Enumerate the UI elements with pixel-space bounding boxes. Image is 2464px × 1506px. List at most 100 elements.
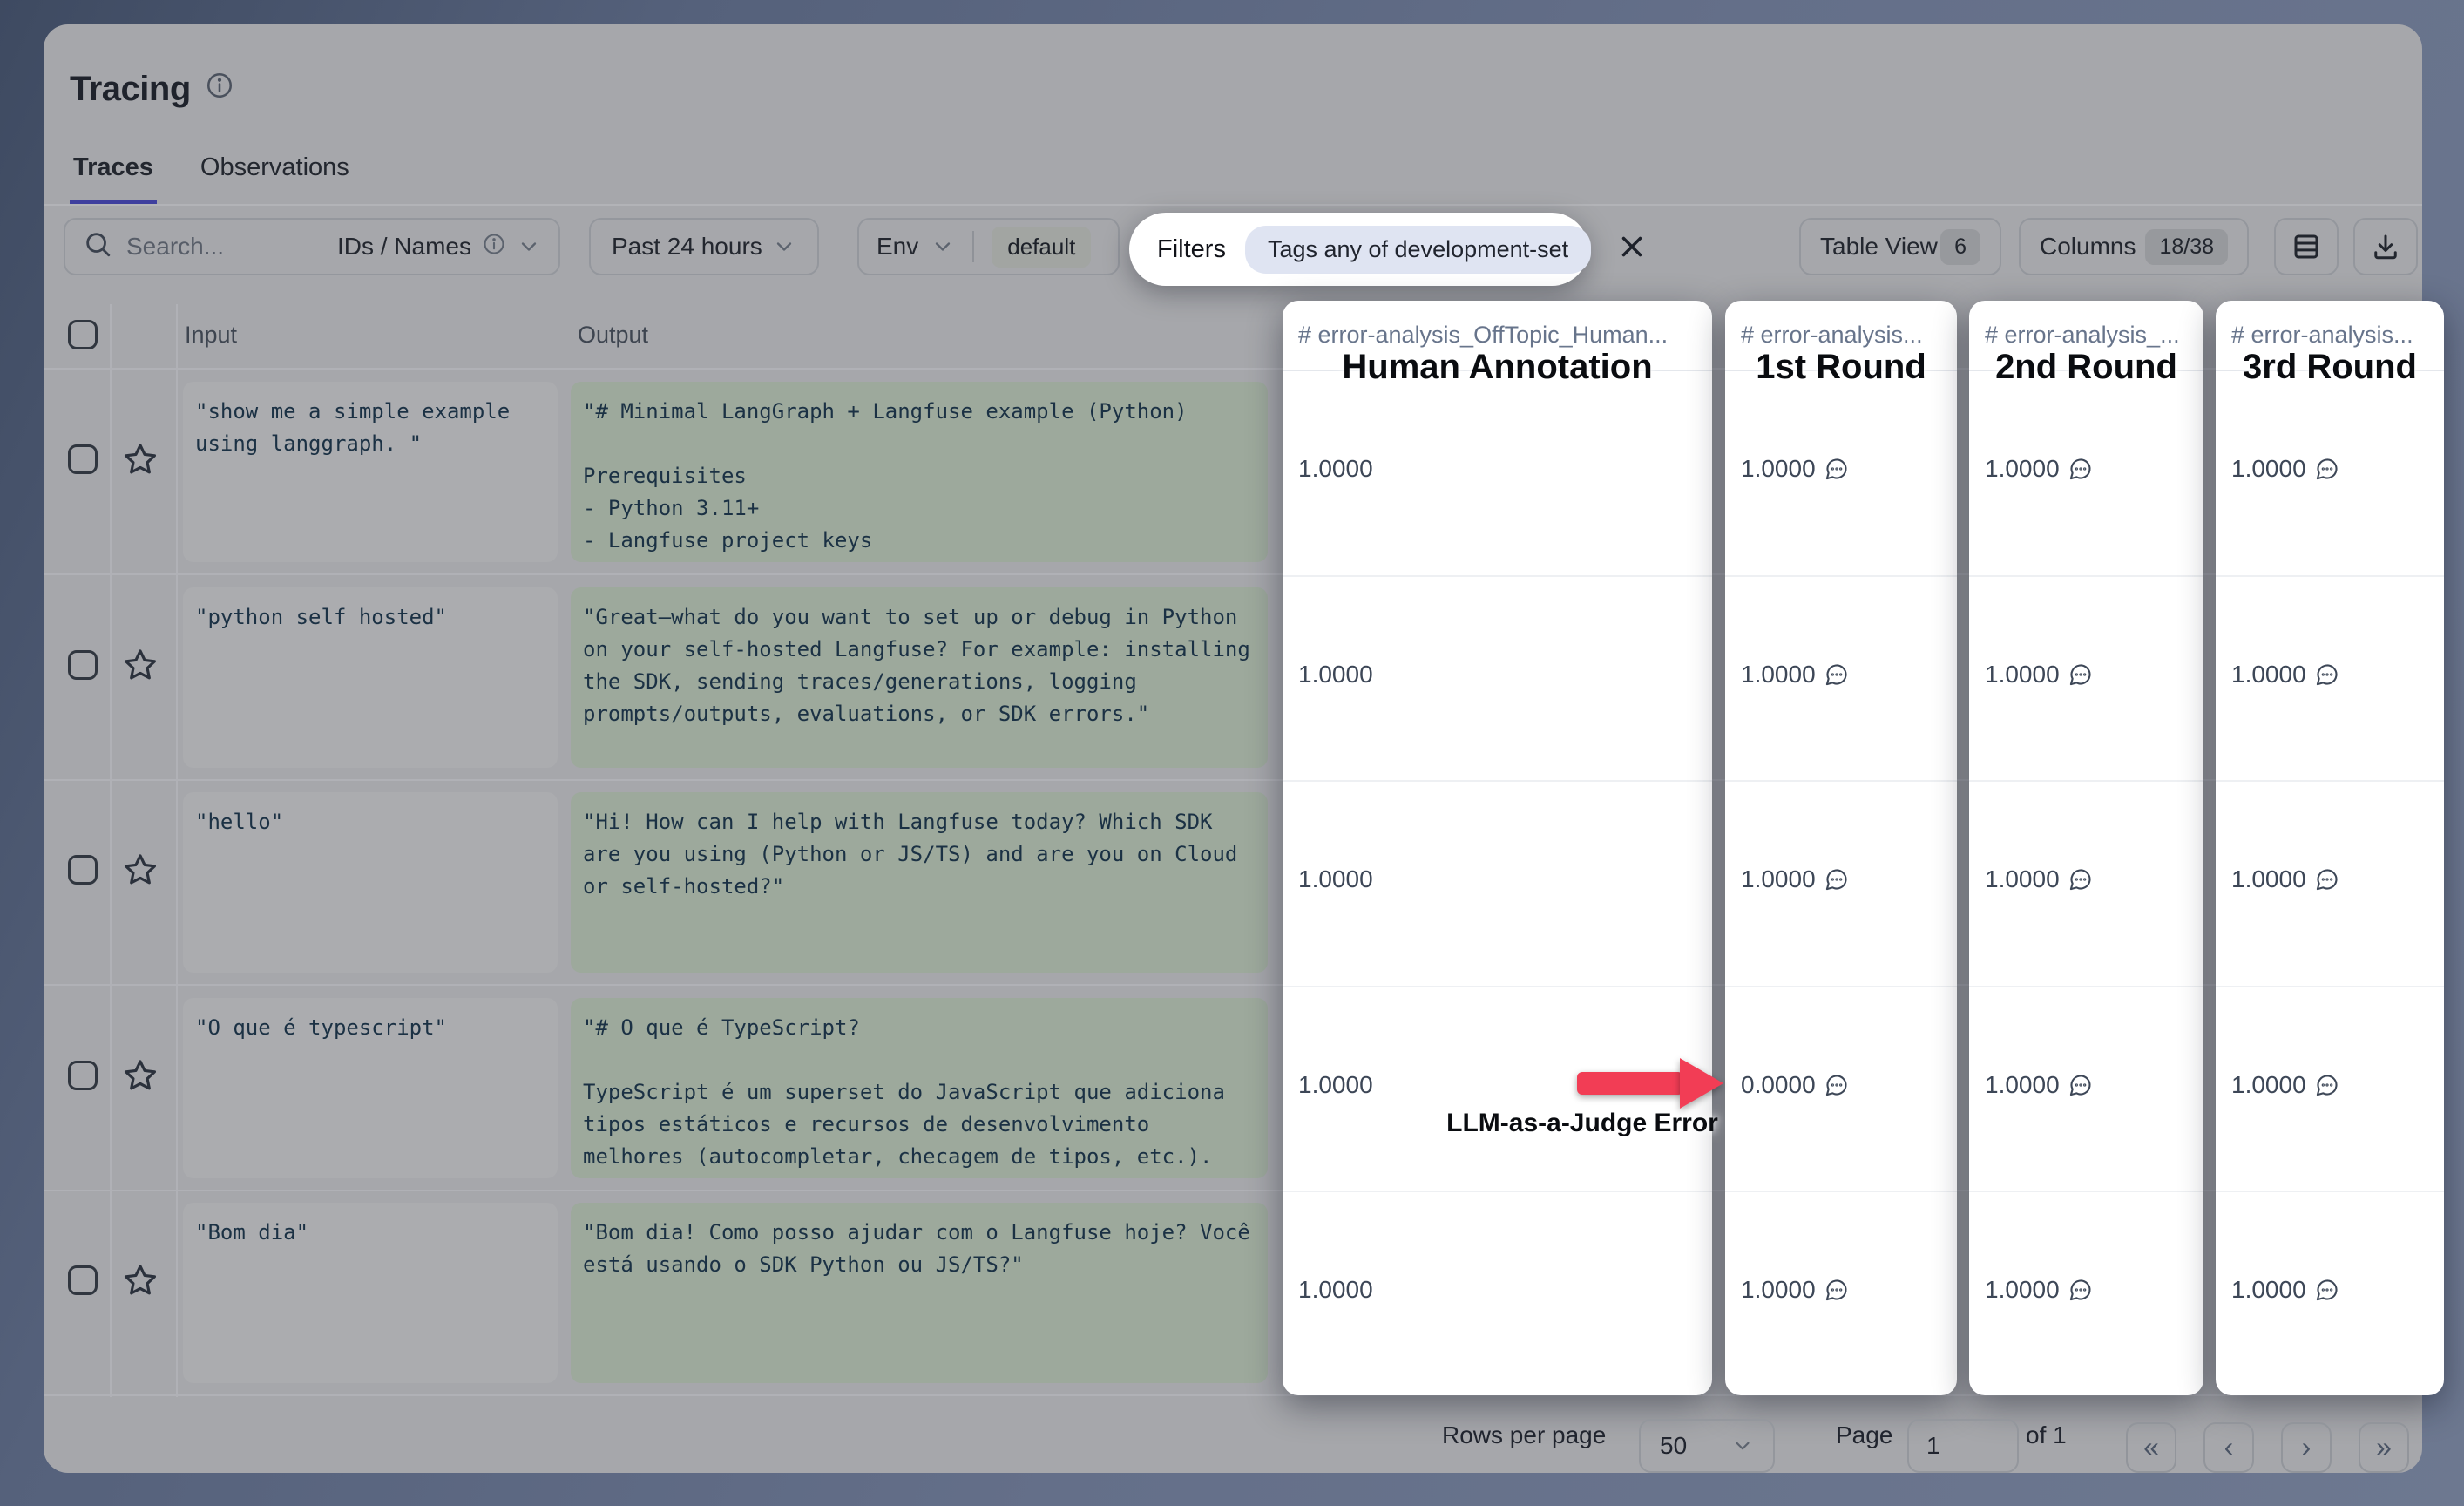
page-number-value: 1 xyxy=(1926,1432,1940,1460)
comment-icon[interactable] xyxy=(1824,1071,1849,1103)
next-page-button[interactable]: › xyxy=(2281,1422,2332,1473)
search-icon xyxy=(83,229,112,265)
page-number-input[interactable]: 1 xyxy=(1907,1419,2019,1473)
comment-icon[interactable] xyxy=(2068,661,2093,693)
score-value: 1.0000 xyxy=(1741,455,1816,483)
first-page-button[interactable]: « xyxy=(2126,1422,2176,1473)
input-cell[interactable]: "hello" xyxy=(183,792,558,973)
comment-icon[interactable] xyxy=(1824,661,1849,693)
input-cell[interactable]: "O que é typescript" xyxy=(183,998,558,1178)
score-cell: 1.0000 xyxy=(1969,1192,2203,1398)
score-column-card: # error-analysis_OffTopic_Human...Human … xyxy=(1283,301,1712,1395)
annotation-arrow-label: LLM-as-a-Judge Error xyxy=(1408,1109,1757,1138)
filters-label: Filters xyxy=(1157,235,1226,264)
tab-bar: Traces Observations xyxy=(70,153,353,206)
last-page-button[interactable]: » xyxy=(2359,1422,2409,1473)
row-height-button[interactable] xyxy=(2274,218,2339,275)
score-cell: 0.0000 xyxy=(1725,987,1957,1193)
star-icon[interactable] xyxy=(122,441,159,482)
chevron-down-icon xyxy=(517,234,541,259)
search-input[interactable]: Search... IDs / Names xyxy=(64,218,560,275)
columns-button[interactable]: Columns 18/38 xyxy=(2019,218,2249,275)
score-value: 0.0000 xyxy=(1741,1071,1816,1099)
time-range-value: Past 24 hours xyxy=(612,233,762,261)
score-value: 1.0000 xyxy=(1985,661,2060,689)
filter-chip[interactable]: Tags any of development-set xyxy=(1245,226,1591,274)
clear-filters-button[interactable] xyxy=(1612,227,1652,267)
score-value: 1.0000 xyxy=(1985,455,2060,483)
output-cell[interactable]: "# O que é TypeScript? TypeScript é um s… xyxy=(571,998,1268,1178)
chevron-down-icon xyxy=(931,234,955,259)
columns-count-badge: 18/38 xyxy=(2145,229,2228,265)
search-mode-select[interactable]: IDs / Names xyxy=(337,232,541,262)
star-icon[interactable] xyxy=(122,647,159,688)
star-icon[interactable] xyxy=(122,851,159,892)
score-cell: 1.0000 xyxy=(1969,371,2203,577)
comment-icon[interactable] xyxy=(2315,1276,2339,1308)
export-button[interactable] xyxy=(2353,218,2418,275)
info-icon xyxy=(482,232,506,262)
score-column-annotation: 2nd Round xyxy=(1969,348,2203,387)
page-title: Tracing xyxy=(70,70,234,109)
score-column-annotation: 3rd Round xyxy=(2216,348,2444,387)
score-column-card: # error-analysis_...2nd Round1.00001.000… xyxy=(1969,301,2203,1395)
score-cell: 1.0000 xyxy=(1283,1192,1712,1398)
select-all-checkbox[interactable] xyxy=(68,320,98,349)
comment-icon[interactable] xyxy=(2068,1071,2093,1103)
output-cell[interactable]: "# Minimal LangGraph + Langfuse example … xyxy=(571,382,1268,562)
env-label: Env xyxy=(877,233,918,261)
page-label: Page xyxy=(1836,1397,1892,1473)
comment-icon[interactable] xyxy=(2315,661,2339,693)
comment-icon[interactable] xyxy=(1824,1276,1849,1308)
comment-icon[interactable] xyxy=(2315,865,2339,898)
annotation-arrow-head xyxy=(1680,1058,1723,1109)
row-checkbox[interactable] xyxy=(68,855,98,885)
comment-icon[interactable] xyxy=(1824,865,1849,898)
rows-per-page-select[interactable]: 50 xyxy=(1639,1419,1775,1473)
rows-icon xyxy=(2291,231,2322,262)
comment-icon[interactable] xyxy=(2315,455,2339,487)
score-value: 1.0000 xyxy=(1985,1071,2060,1099)
filters-button[interactable]: Filters Tags any of development-set xyxy=(1129,213,1588,286)
input-cell[interactable]: "python self hosted" xyxy=(183,587,558,768)
tab-observations[interactable]: Observations xyxy=(197,153,353,206)
rows-per-page-value: 50 xyxy=(1660,1432,1687,1460)
score-cell: 1.0000 xyxy=(1725,782,1957,987)
star-icon[interactable] xyxy=(122,1057,159,1098)
comment-icon[interactable] xyxy=(1824,455,1849,487)
score-cell: 1.0000 xyxy=(2216,371,2444,577)
input-cell[interactable]: "Bom dia" xyxy=(183,1203,558,1383)
comment-icon[interactable] xyxy=(2315,1071,2339,1103)
score-value: 1.0000 xyxy=(2231,1276,2306,1304)
env-select[interactable]: Env default xyxy=(857,218,1120,275)
output-cell[interactable]: "Hi! How can I help with Langfuse today?… xyxy=(571,792,1268,973)
env-value-badge: default xyxy=(992,227,1091,268)
output-cell[interactable]: "Great—what do you want to set up or deb… xyxy=(571,587,1268,768)
row-checkbox[interactable] xyxy=(68,650,98,680)
output-cell[interactable]: "Bom dia! Como posso ajudar com o Langfu… xyxy=(571,1203,1268,1383)
next-page-icon: › xyxy=(2302,1431,2312,1463)
close-icon xyxy=(1615,230,1648,263)
table-view-button[interactable]: Table View 6 xyxy=(1799,218,2001,275)
input-cell[interactable]: "show me a simple example using langgrap… xyxy=(183,382,558,562)
score-value: 1.0000 xyxy=(1741,661,1816,689)
comment-icon[interactable] xyxy=(2068,1276,2093,1308)
chevron-down-icon xyxy=(1731,1435,1754,1457)
comment-icon[interactable] xyxy=(2068,455,2093,487)
prev-page-button[interactable]: ‹ xyxy=(2203,1422,2254,1473)
tab-traces[interactable]: Traces xyxy=(70,153,157,206)
page-title-text: Tracing xyxy=(70,70,191,109)
table-view-label: Table View xyxy=(1820,233,1938,261)
row-checkbox[interactable] xyxy=(68,1265,98,1295)
row-checkbox[interactable] xyxy=(68,444,98,474)
score-cell: 1.0000 xyxy=(1283,371,1712,577)
tracing-panel: Tracing Traces Observations Search... IDs… xyxy=(44,24,2422,1473)
score-value: 1.0000 xyxy=(2231,661,2306,689)
pagination-bar: Rows per page 50 Page 1 of 1 « ‹ › » xyxy=(44,1397,2422,1473)
score-value: 1.0000 xyxy=(2231,455,2306,483)
env-separator xyxy=(972,231,974,262)
star-icon[interactable] xyxy=(122,1262,159,1303)
row-checkbox[interactable] xyxy=(68,1061,98,1090)
time-range-select[interactable]: Past 24 hours xyxy=(589,218,819,275)
comment-icon[interactable] xyxy=(2068,865,2093,898)
